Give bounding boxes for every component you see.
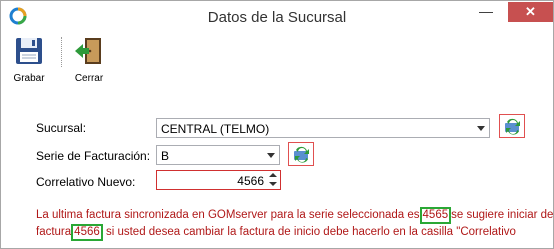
toolbar-separator	[61, 37, 62, 67]
correlativo-label: Correlativo Nuevo:	[36, 175, 136, 189]
exit-door-icon	[73, 35, 105, 67]
serie-select[interactable]: B	[156, 145, 280, 165]
title-bar[interactable]: Datos de la Sucursal — ✕	[1, 1, 553, 31]
suggested-invoice-number: 4566	[71, 224, 103, 241]
sucursal-value: CENTRAL (TELMO)	[161, 122, 270, 136]
info-message: La ultima factura sincronizada en GOMser…	[36, 207, 554, 241]
refresh-icon	[505, 118, 520, 135]
correlativo-stepper[interactable]: 4566	[156, 170, 281, 190]
refresh-icon	[294, 146, 309, 163]
sucursal-label: Sucursal:	[36, 121, 87, 135]
grabar-label: Grabar	[13, 73, 45, 84]
sync-serie-button[interactable]	[288, 142, 314, 166]
sucursal-select[interactable]: CENTRAL (TELMO)	[156, 118, 490, 138]
toolbar: Grabar Cerrar	[1, 31, 553, 87]
message-line-1: La ultima factura sincronizada en GOMser…	[36, 207, 554, 224]
cerrar-button[interactable]: Cerrar	[67, 35, 111, 85]
sync-sucursal-button[interactable]	[499, 114, 525, 138]
last-invoice-number: 4565	[419, 207, 452, 224]
message-line-2: factura 4566 si usted desea cambiar la fa…	[36, 224, 536, 241]
floppy-disk-icon	[13, 35, 45, 67]
cerrar-label: Cerrar	[74, 73, 104, 84]
minimize-button[interactable]: —	[473, 3, 499, 23]
serie-label: Serie de Facturación:	[36, 149, 151, 163]
message-text: La ultima factura sincronizada en GOMser…	[36, 209, 420, 221]
grabar-button[interactable]: Grabar	[7, 35, 51, 85]
dialog-window: Datos de la Sucursal — ✕ Grabar Cerrar S…	[0, 0, 554, 249]
close-button[interactable]: ✕	[508, 2, 553, 22]
serie-value: B	[161, 149, 170, 163]
stepper-down-icon[interactable]	[269, 182, 277, 186]
message-text: factura	[36, 226, 72, 238]
chevron-down-icon[interactable]	[477, 126, 485, 131]
message-text: se sugiere iniciar de la	[451, 209, 554, 221]
message-text: si usted desea cambiar la factura de ini…	[102, 226, 516, 238]
window-title: Datos de la Sucursal	[207, 9, 347, 26]
stepper-up-icon[interactable]	[269, 173, 277, 177]
chevron-down-icon[interactable]	[267, 153, 275, 158]
correlativo-value[interactable]: 4566	[237, 174, 264, 188]
